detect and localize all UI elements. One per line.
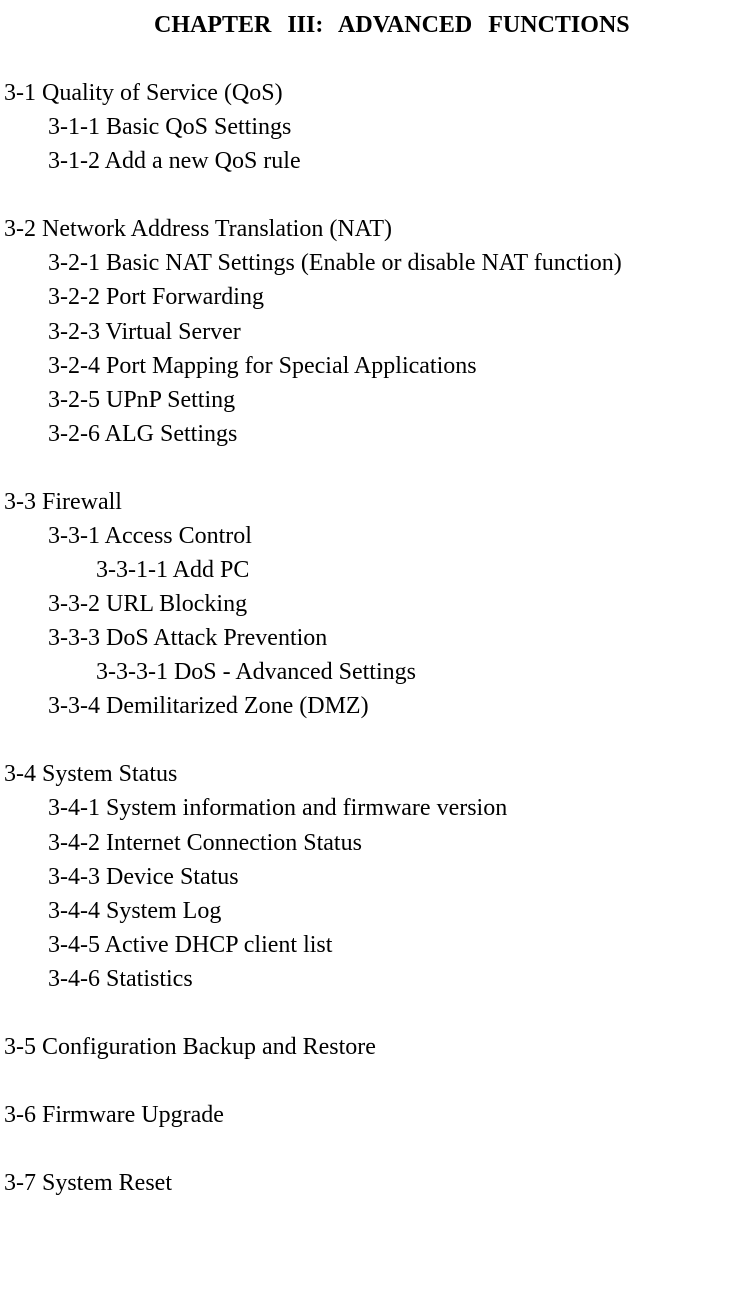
section-heading: 3-4 System Status xyxy=(4,757,745,791)
toc-entry: 3-3-1-1 Add PC xyxy=(96,553,745,587)
section-spacer xyxy=(4,451,745,485)
toc-entry: 3-2-5 UPnP Setting xyxy=(48,383,745,417)
section-spacer xyxy=(4,996,745,1030)
section-spacer xyxy=(4,178,745,212)
section-spacer xyxy=(4,723,745,757)
toc-entry: 3-1-1 Basic QoS Settings xyxy=(48,110,745,144)
toc-entry: 3-4-1 System information and firmware ve… xyxy=(48,791,745,825)
section-heading: 3-7 System Reset xyxy=(4,1166,745,1200)
section-spacer xyxy=(4,1064,745,1098)
section-heading: 3-1 Quality of Service (QoS) xyxy=(4,76,745,110)
toc-entry: 3-2-3 Virtual Server xyxy=(48,315,745,349)
toc-entry: 3-3-3 DoS Attack Prevention xyxy=(48,621,745,655)
toc-entry: 3-3-4 Demilitarized Zone (DMZ) xyxy=(48,689,745,723)
toc-entry: 3-1-2 Add a new QoS rule xyxy=(48,144,745,178)
chapter-title: CHAPTER III: ADVANCED FUNCTIONS xyxy=(4,8,745,42)
toc-entry: 3-2-2 Port Forwarding xyxy=(48,280,745,314)
toc-entry: 3-4-2 Internet Connection Status xyxy=(48,826,745,860)
section-spacer xyxy=(4,1132,745,1166)
toc-entry: 3-4-5 Active DHCP client list xyxy=(48,928,745,962)
toc-entry: 3-4-6 Statistics xyxy=(48,962,745,996)
toc-entry: 3-2-4 Port Mapping for Special Applicati… xyxy=(48,349,745,383)
section-heading: 3-6 Firmware Upgrade xyxy=(4,1098,745,1132)
toc-entry: 3-3-2 URL Blocking xyxy=(48,587,745,621)
toc-entry: 3-4-3 Device Status xyxy=(48,860,745,894)
section-heading: 3-2 Network Address Translation (NAT) xyxy=(4,212,745,246)
toc-entry: 3-2-6 ALG Settings xyxy=(48,417,745,451)
section-heading: 3-5 Configuration Backup and Restore xyxy=(4,1030,745,1064)
toc-container: 3-1 Quality of Service (QoS)3-1-1 Basic … xyxy=(4,76,745,1200)
toc-entry: 3-3-1 Access Control xyxy=(48,519,745,553)
section-heading: 3-3 Firewall xyxy=(4,485,745,519)
toc-entry: 3-4-4 System Log xyxy=(48,894,745,928)
toc-entry: 3-3-3-1 DoS - Advanced Settings xyxy=(96,655,745,689)
toc-entry: 3-2-1 Basic NAT Settings (Enable or disa… xyxy=(48,246,745,280)
